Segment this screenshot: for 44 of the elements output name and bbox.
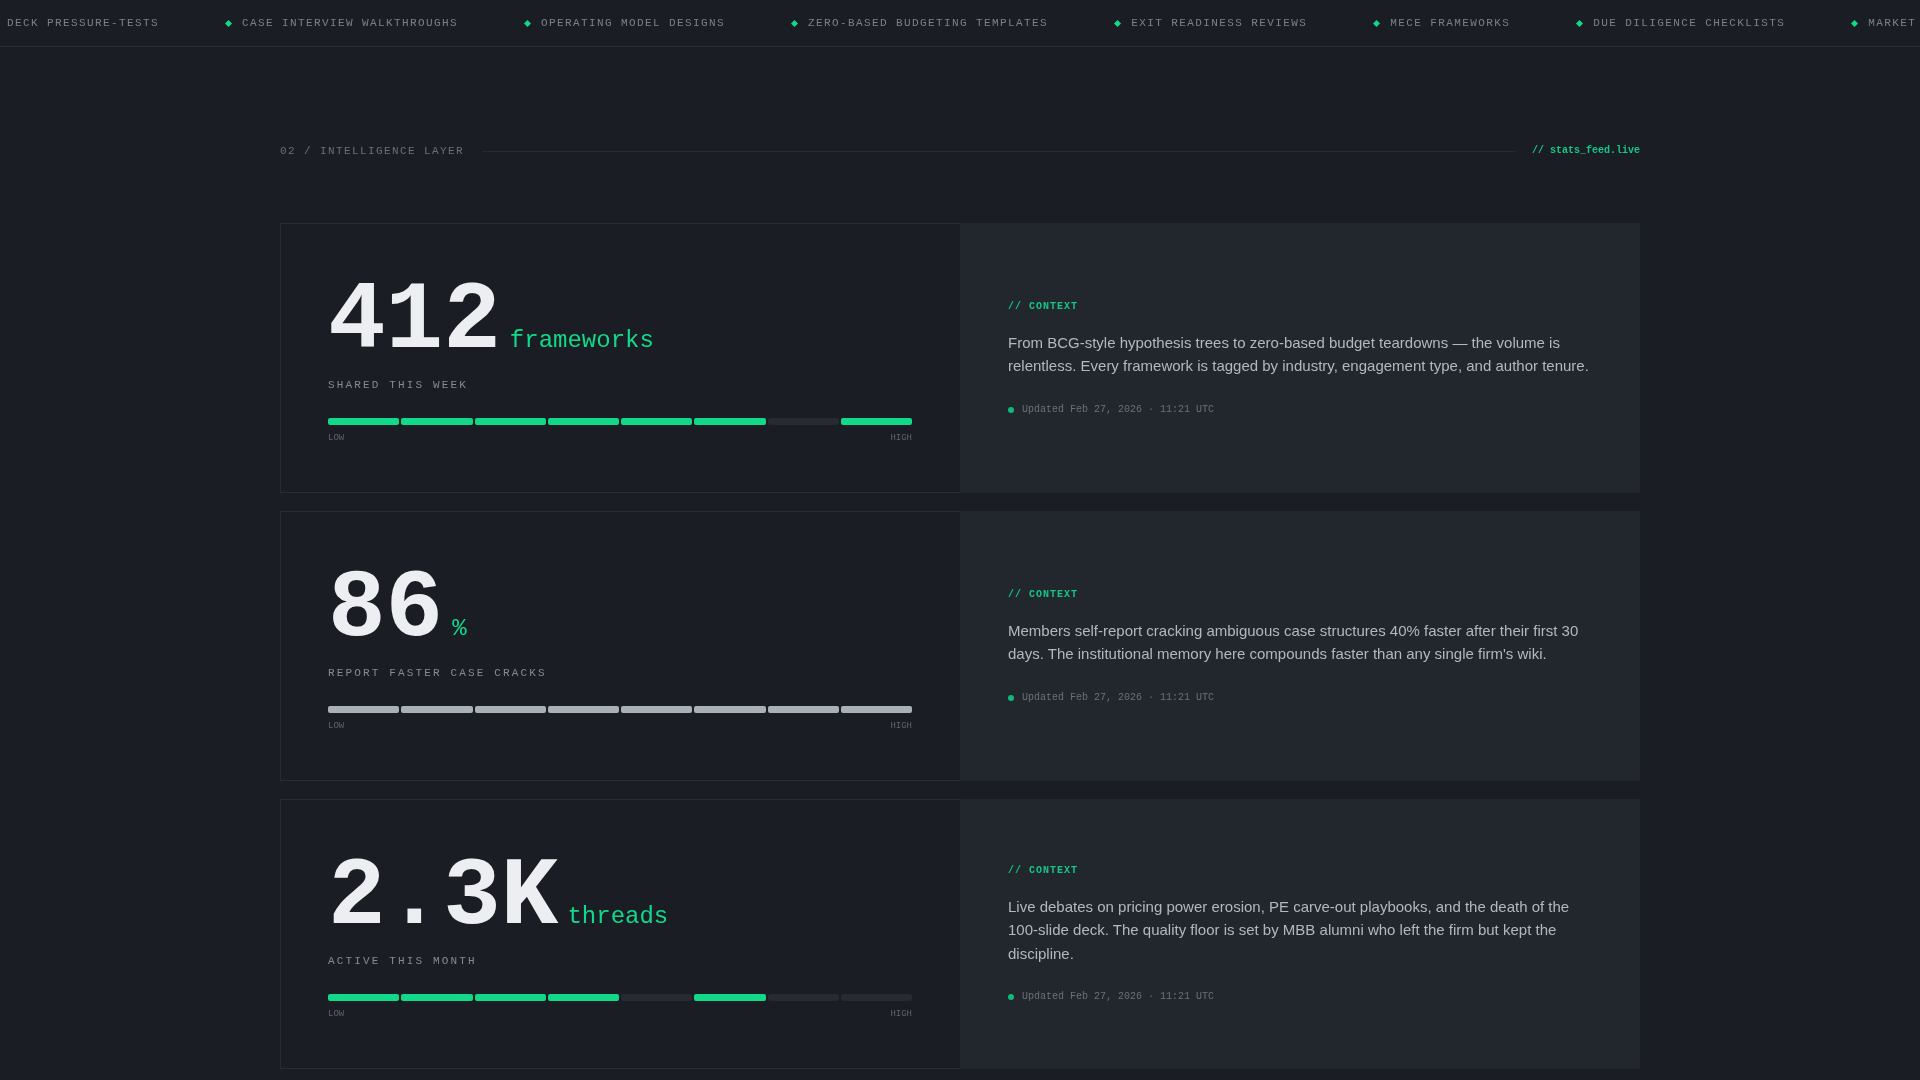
ticker-item: DUE DILIGENCE CHECKLISTS [1593,16,1786,30]
ticker-item: OPERATING MODEL DESIGNS [541,16,726,30]
context-tag: // CONTEXT [1008,863,1592,878]
stat-unit: frameworks [509,326,654,355]
ticker-item: DECK PRESSURE-TESTS [7,16,160,30]
scale-low-label: LOW [328,1008,345,1019]
stat-unit: % [452,614,467,643]
scale-low-label: LOW [328,720,345,731]
status-dot-icon [1008,406,1014,413]
stat-value: 2.3K [328,849,559,946]
scale-high-label: HIGH [890,432,912,443]
diamond-icon [1373,19,1381,27]
context-text: Live debates on pricing power erosion, PE carve-out playbooks, and the death of the 100-slide deck. The quality floor is set by MBB alumni who left the firm but kept the discipline. [1008,896,1571,964]
feed-label: // stats_feed.live [1531,144,1640,158]
stat-value: 86 [328,561,444,658]
context-tag: // CONTEXT [1008,587,1592,602]
context-text: Members self-report cracking ambiguous case structures 40% faster after their first 30 days. The institutional memory here compounds faster than any single firm's wiki. [1008,620,1580,664]
updated-timestamp: Updated Feb 27, 2026 · 11:21 UTC [1022,990,1215,1005]
stat-unit: threads [567,902,669,931]
ticker-item: EXIT READINESS REVIEWS [1131,16,1308,30]
stat-caption: SHARED THIS WEEK [328,377,470,392]
ticker-item: MARKET [1868,16,1917,30]
status-dot-icon [1008,994,1014,1001]
diamond-icon [225,19,233,27]
scale-high-label: HIGH [890,1008,912,1019]
diamond-icon [524,19,532,27]
diamond-icon [1576,19,1584,27]
scale-low-label: LOW [328,432,345,443]
updated-timestamp: Updated Feb 27, 2026 · 11:21 UTC [1022,402,1215,417]
context-text: From BCG-style hypothesis trees to zero-based budget teardowns — the volume is relentless. Every framework is tagged by industry, engagement type, and author tenure. [1008,332,1590,376]
ticker-item: MECE FRAMEWORKS [1390,16,1511,30]
updated-timestamp: Updated Feb 27, 2026 · 11:21 UTC [1022,690,1215,705]
stat-caption: ACTIVE THIS MONTH [328,953,478,968]
context-tag: // CONTEXT [1008,299,1592,314]
diamond-icon [1114,19,1122,27]
status-dot-icon [1008,694,1014,701]
section-label: 02 / INTELLIGENCE LAYER [280,144,465,158]
scale-high-label: HIGH [890,720,912,731]
diamond-icon [1851,19,1859,27]
ticker-item: CASE INTERVIEW WALKTHROUGHS [242,16,459,30]
ticker-item: ZERO-BASED BUDGETING TEMPLATES [808,16,1049,30]
diamond-icon [791,19,799,27]
stat-value: 412 [328,273,501,370]
stat-caption: REPORT FASTER CASE CRACKS [328,665,548,680]
